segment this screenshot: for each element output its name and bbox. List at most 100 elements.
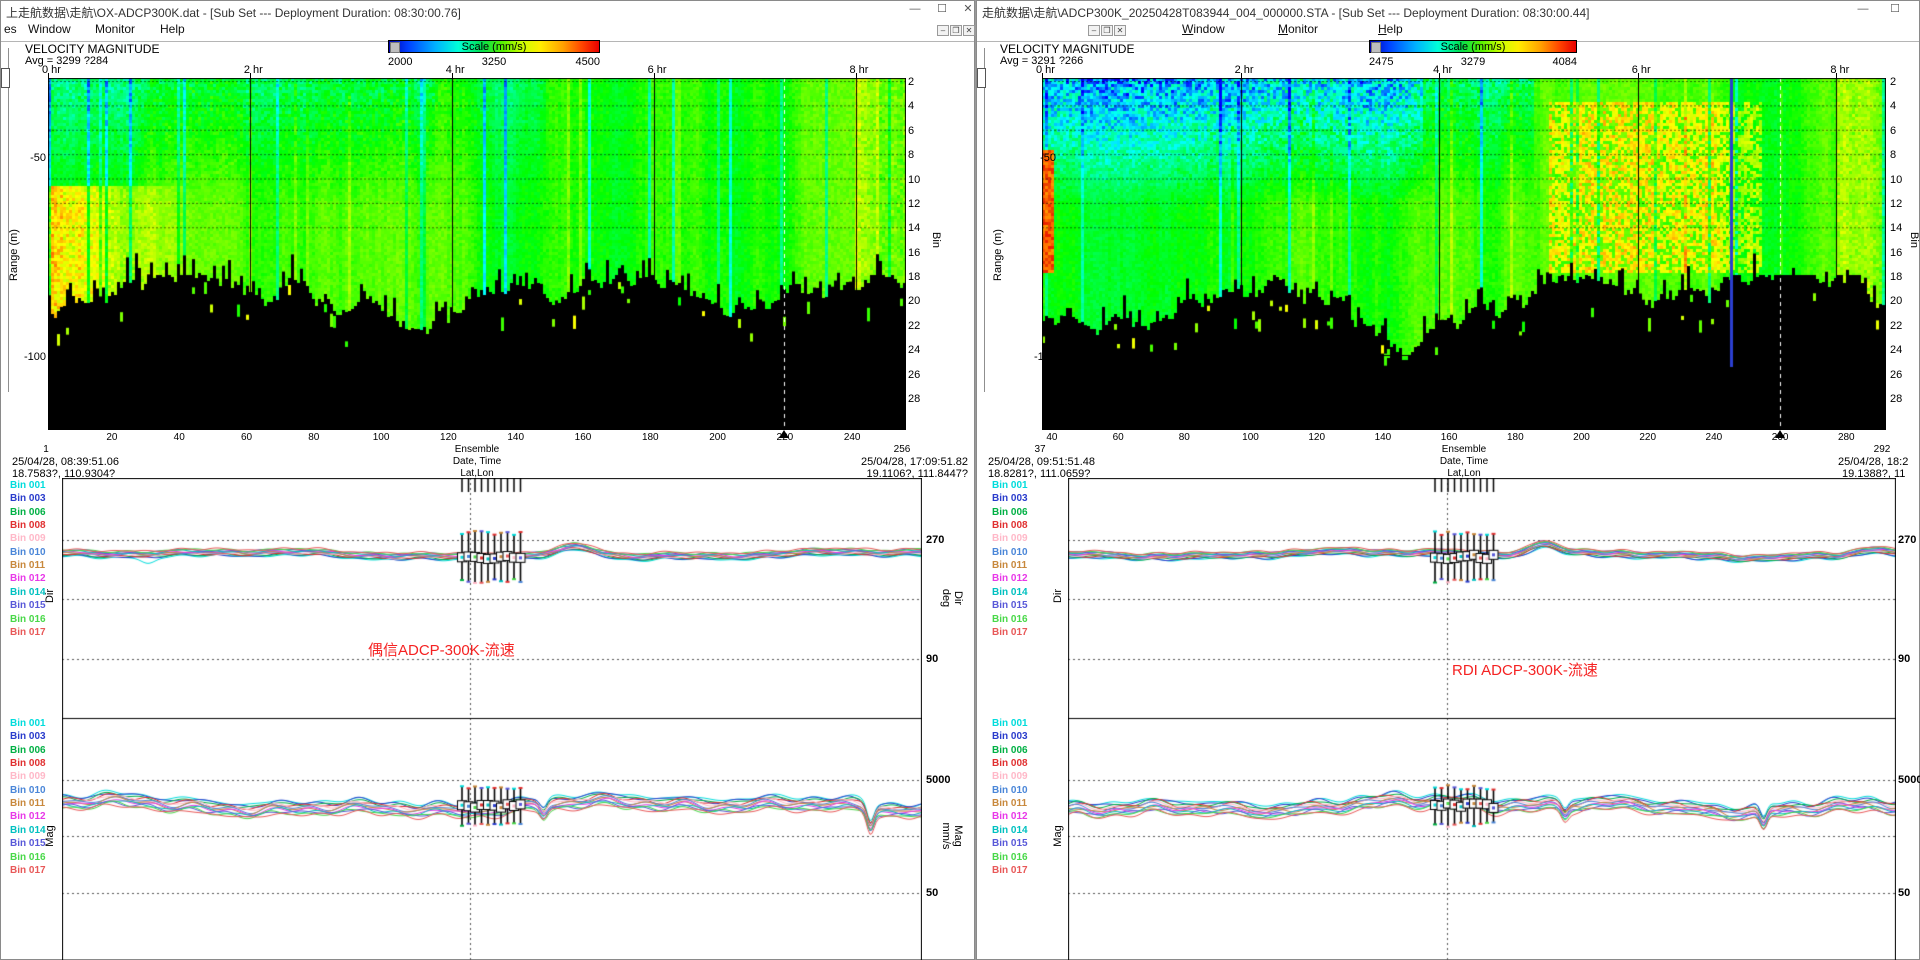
ensemble-tick: 20	[106, 432, 117, 443]
datetime-axis-label: Date, Time	[1440, 456, 1488, 467]
datetime-axis-label: Date, Time	[453, 456, 501, 467]
scale-tick-mid: 3279	[1461, 56, 1485, 68]
minimize-button[interactable]: —	[903, 1, 927, 17]
maximize-button[interactable]: ☐	[1883, 1, 1907, 17]
datetime-end: 25/04/28, 17:09:51.82	[748, 456, 968, 468]
bin-tick: 6	[908, 125, 914, 137]
dir-tick-top: 270	[1898, 534, 1916, 546]
mag-axis-label: Mag	[1052, 825, 1064, 846]
ensemble-tick: 180	[1507, 432, 1524, 443]
scale-tick-max: 4500	[576, 56, 600, 68]
legend-bin-label: Bin 008	[10, 758, 46, 769]
legend-bin-label: Bin 012	[10, 811, 46, 822]
mag-axis-right-label: Mag	[952, 825, 964, 846]
legend-bin-label: Bin 011	[992, 798, 1027, 809]
scale-tick-mid: 3250	[482, 56, 506, 68]
legend-bin-label: Bin 003	[992, 731, 1028, 742]
annotation-text: RDI ADCP-300K-流速	[1452, 659, 1598, 680]
window-edge-fragment	[984, 48, 985, 392]
hour-tick	[1836, 73, 1837, 79]
menu-item-window[interactable]: Window	[28, 22, 71, 36]
ensemble-cursor-icon[interactable]	[1775, 430, 1785, 438]
datetime-start: 25/04/28, 08:39:51.06	[12, 456, 119, 468]
mag-axis-label: Mag	[44, 825, 56, 846]
hour-tick	[654, 73, 655, 79]
ensemble-axis-label: Ensemble	[455, 444, 499, 455]
ensemble-tick: 240	[844, 432, 861, 443]
bin-tick: 18	[1890, 271, 1902, 283]
legend-bin-label: Bin 016	[992, 852, 1028, 863]
bin-tick: 10	[1890, 174, 1902, 186]
hour-label: 0 hr	[42, 64, 61, 76]
legend-bin-label: Bin 011	[992, 560, 1027, 571]
bin-tick: 2	[908, 76, 914, 88]
desktop: 上走航数据\走航\OX-ADCP300K.dat - [Sub Set --- …	[0, 0, 1920, 960]
minimize-button[interactable]: —	[1851, 1, 1875, 17]
ensemble-tick: 220	[1639, 432, 1656, 443]
ensemble-cursor-icon[interactable]	[779, 430, 789, 438]
bin-tick: 10	[908, 174, 920, 186]
bin-tick: 4	[1890, 100, 1896, 112]
close-button[interactable]: ✕	[956, 1, 980, 17]
legend-bin-label: Bin 010	[992, 785, 1028, 796]
menu-item-help[interactable]: Help	[1378, 22, 1403, 36]
legend-bin-label: Bin 012	[10, 573, 46, 584]
bin-tick: 12	[1890, 198, 1902, 210]
legend-bin-label: Bin 008	[992, 758, 1028, 769]
ensemble-tick: 60	[241, 432, 252, 443]
hour-label: 2 hr	[1235, 64, 1254, 76]
mag-tick-bottom: 50	[1898, 887, 1910, 899]
scale-tick-min: 2475	[1369, 56, 1393, 68]
range-axis-label: Range (m)	[8, 229, 20, 281]
mdi-close-button[interactable]: ✕	[963, 25, 975, 36]
mdi-close-button[interactable]: ✕	[1114, 25, 1126, 36]
dir-axis-right-label: Dir	[952, 591, 964, 605]
mdi-minimize-button[interactable]: –	[937, 25, 949, 36]
ensemble-tick: 40	[1046, 432, 1057, 443]
menu-item-help[interactable]: Help	[160, 22, 185, 36]
scale-tick-min: 2000	[388, 56, 412, 68]
ensemble-last: 256	[894, 444, 911, 455]
bin-tick: 6	[1890, 125, 1896, 137]
ensemble-axis-label: Ensemble	[1442, 444, 1486, 455]
mdi-restore-button[interactable]: ❐	[1101, 25, 1113, 36]
scale-tick-max: 4084	[1553, 56, 1577, 68]
ensemble-tick: 140	[1375, 432, 1392, 443]
menu-item-es[interactable]: es	[4, 22, 17, 36]
color-scale-bar[interactable]: Scale (mm/s)	[388, 40, 600, 53]
dir-axis-label: Dir	[44, 589, 56, 603]
hour-tick	[1439, 73, 1440, 79]
hour-label: 6 hr	[1632, 64, 1651, 76]
bin-tick: 26	[908, 369, 920, 381]
legend-bin-label: Bin 009	[10, 533, 46, 544]
latlon-start: 18.8281?, 111.0659?	[988, 468, 1090, 480]
bin-tick: 22	[1890, 320, 1902, 332]
bin-tick: 14	[908, 222, 920, 234]
clipped-window-icon	[977, 68, 986, 88]
legend-bin-label: Bin 016	[992, 614, 1028, 625]
menu-item-window[interactable]: Window	[1182, 22, 1225, 36]
menu-item-monitor[interactable]: Monitor	[95, 22, 135, 36]
maximize-button[interactable]: ☐	[930, 1, 954, 17]
ensemble-first: 37	[1034, 444, 1045, 455]
legend-bin-label: Bin 017	[992, 865, 1028, 876]
legend-bin-label: Bin 014	[992, 587, 1028, 598]
panel-title: VELOCITY MAGNITUDE	[1000, 42, 1134, 56]
legend-bin-label: Bin 016	[10, 614, 46, 625]
panel-title: VELOCITY MAGNITUDE	[25, 42, 159, 56]
annotation-text: 偶信ADCP-300K-流速	[368, 639, 515, 660]
bin-tick: 8	[908, 149, 914, 161]
range-tick: -100	[1022, 351, 1056, 363]
datetime-start: 25/04/28, 09:51:51.48	[988, 456, 1095, 468]
mdi-restore-button[interactable]: ❐	[950, 25, 962, 36]
legend-bin-label: Bin 015	[10, 838, 46, 849]
dir-tick-top: 270	[926, 534, 944, 546]
latlon-axis-label: Lat,Lon	[460, 468, 493, 479]
bin-tick: 28	[908, 393, 920, 405]
mdi-minimize-button[interactable]: –	[1088, 25, 1100, 36]
ensemble-tick: 200	[1573, 432, 1590, 443]
color-scale-bar[interactable]: Scale (mm/s)	[1369, 40, 1577, 53]
legend-bin-label: Bin 011	[10, 560, 45, 571]
menu-item-monitor[interactable]: Monitor	[1278, 22, 1318, 36]
hour-label: 8 hr	[850, 64, 869, 76]
